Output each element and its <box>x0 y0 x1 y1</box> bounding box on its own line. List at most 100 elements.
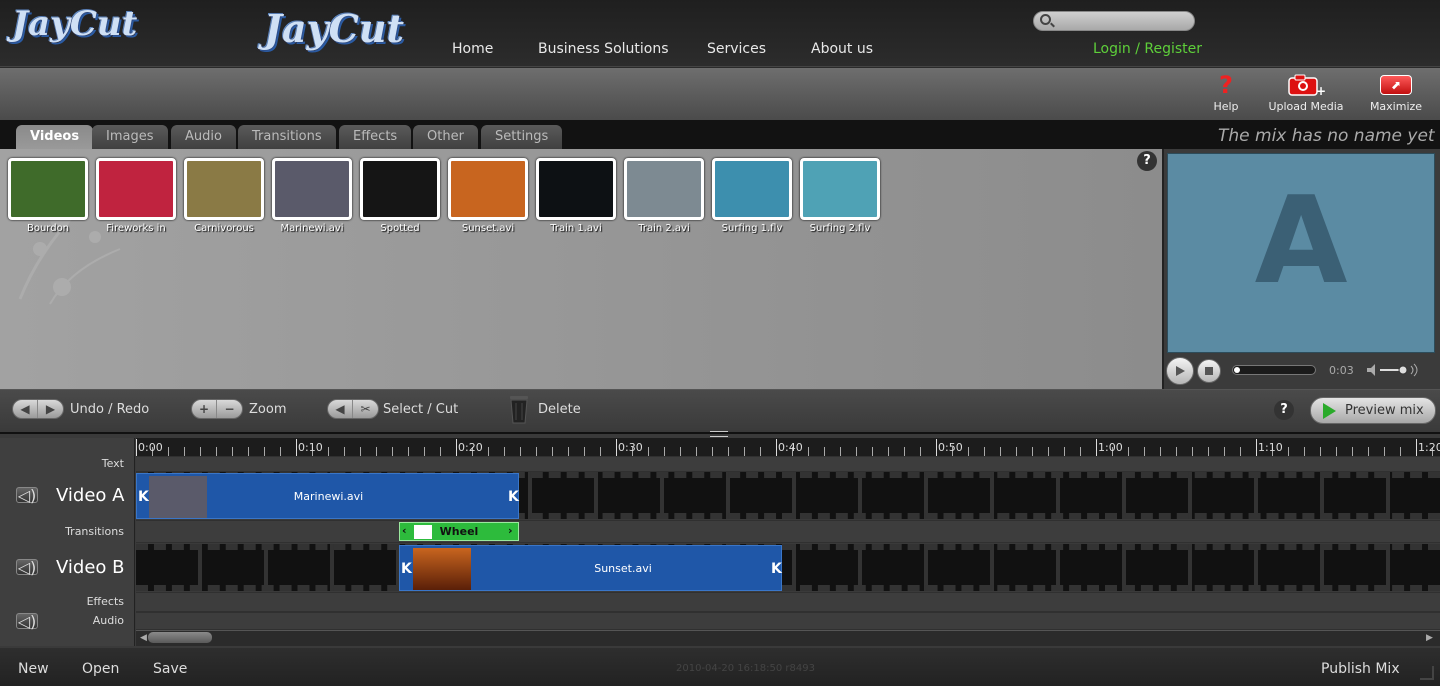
ruler-tick <box>696 447 697 456</box>
help-label: Help <box>1213 100 1239 113</box>
nav-home-link[interactable]: Home <box>452 41 493 57</box>
ruler-tick <box>248 447 249 456</box>
toolbar-help-icon[interactable]: ? <box>1274 400 1294 420</box>
tab-videos[interactable]: Videos <box>16 125 94 150</box>
new-button[interactable]: New <box>18 661 49 677</box>
ruler-tick <box>392 447 393 456</box>
search-icon <box>1040 14 1051 25</box>
effects-track-lane[interactable] <box>136 592 1440 612</box>
trim-right-handle[interactable]: K <box>508 489 519 505</box>
delete-button[interactable] <box>508 393 530 425</box>
play-button[interactable] <box>1166 357 1194 385</box>
ruler-tick <box>1288 447 1289 456</box>
scroll-left-arrow-icon[interactable]: ◀ <box>140 633 147 643</box>
tab-audio[interactable]: Audio <box>171 125 236 149</box>
video-b-speaker-icon[interactable]: ◁) <box>16 558 38 577</box>
nav-business-solutions-link[interactable]: Business Solutions <box>538 41 669 57</box>
help-icon: ? <box>1219 71 1233 99</box>
ruler-tick <box>1192 447 1193 456</box>
resize-grip-icon[interactable] <box>1420 666 1434 680</box>
cut-tool-button[interactable]: ✂ <box>353 400 378 418</box>
undo-button[interactable]: ◀ <box>13 400 38 418</box>
publish-mix-button[interactable]: Publish Mix <box>1321 661 1400 677</box>
clip-video-b[interactable]: K Sunset.avi K <box>399 545 782 591</box>
ruler-tick <box>744 447 745 456</box>
ruler-time-label: 0:40 <box>778 441 803 454</box>
zoom-group: + − <box>191 399 243 419</box>
media-thumbnail-label: Surfing 1.flv <box>721 223 783 234</box>
maximize-button[interactable]: ⬈ Maximize <box>1366 72 1426 113</box>
ruler-tick <box>184 447 185 456</box>
tab-other[interactable]: Other <box>413 125 478 149</box>
timeline-horizontal-scrollbar[interactable]: ◀ ▶ <box>136 630 1440 646</box>
tab-effects[interactable]: Effects <box>339 125 412 149</box>
ruler-tick <box>264 447 265 456</box>
tab-transitions[interactable]: Transitions <box>238 125 336 149</box>
trim-right-handle[interactable]: › <box>508 524 513 537</box>
media-thumbnail[interactable] <box>184 158 264 220</box>
ruler-tick <box>1064 447 1065 456</box>
media-help-icon[interactable]: ? <box>1137 151 1157 171</box>
select-cut-label: Select / Cut <box>383 402 459 417</box>
search-input[interactable] <box>1033 11 1195 31</box>
ruler-tick <box>456 439 457 456</box>
ruler-tick <box>1416 439 1417 456</box>
transitions-track-lane[interactable] <box>136 520 1440 543</box>
ruler-tick <box>1304 447 1305 456</box>
open-button[interactable]: Open <box>82 661 119 677</box>
preview-seek-bar[interactable] <box>1232 365 1316 375</box>
undo-redo-label: Undo / Redo <box>70 402 150 417</box>
media-thumbnail[interactable] <box>624 158 704 220</box>
tab-images[interactable]: Images <box>92 125 168 149</box>
help-button[interactable]: ? Help <box>1208 72 1244 113</box>
tab-settings[interactable]: Settings <box>481 125 563 149</box>
preview-mix-label: Preview mix <box>1345 403 1424 418</box>
media-thumbnail[interactable] <box>800 158 880 220</box>
media-thumbnail[interactable] <box>96 158 176 220</box>
media-thumbnail[interactable] <box>712 158 792 220</box>
media-thumbnail-label: Surfing 2.flv <box>809 223 871 234</box>
stop-button[interactable] <box>1197 359 1221 383</box>
login-register-link[interactable]: Login / Register <box>1093 41 1202 57</box>
ruler-time-label: 0:10 <box>298 441 323 454</box>
media-thumbnail[interactable] <box>360 158 440 220</box>
text-track-lane[interactable] <box>136 456 1440 472</box>
ruler-tick <box>712 447 713 456</box>
timeline-ruler[interactable]: 0:00 0:10 0:20 0:30 0:40 0:50 1:00 1:10 1:20 <box>136 438 1440 456</box>
preview-mix-button[interactable]: Preview mix <box>1310 397 1436 424</box>
video-a-speaker-icon[interactable]: ◁) <box>16 486 38 505</box>
version-stamp: 2010-04-20 16:18:50 r8493 <box>676 663 815 674</box>
redo-button[interactable]: ▶ <box>38 400 63 418</box>
ruler-tick <box>1336 447 1337 456</box>
ruler-tick <box>776 439 777 456</box>
delete-label: Delete <box>538 402 581 417</box>
upload-media-button[interactable]: + Upload Media <box>1264 72 1348 113</box>
nav-services-link[interactable]: Services <box>707 41 766 57</box>
select-tool-button[interactable]: ◀ <box>328 400 353 418</box>
ruler-tick <box>968 447 969 456</box>
scrollbar-thumb[interactable] <box>148 632 212 643</box>
media-thumbnail[interactable] <box>448 158 528 220</box>
audio-track-lane[interactable] <box>136 612 1440 630</box>
trim-right-handle[interactable]: K <box>771 561 782 577</box>
media-thumbnail[interactable] <box>536 158 616 220</box>
media-thumbnail[interactable] <box>272 158 352 220</box>
zoom-out-button[interactable]: − <box>217 400 242 418</box>
volume-control[interactable] <box>1365 362 1425 382</box>
clip-video-a[interactable]: K Marinewi.avi K <box>136 473 519 519</box>
ruler-tick <box>1016 447 1017 456</box>
jaycut-logo[interactable]: JayCut <box>264 6 404 51</box>
nav-about-us-link[interactable]: About us <box>811 41 873 57</box>
ruler-tick <box>216 447 217 456</box>
mix-name[interactable]: The mix has no name yet <box>1218 126 1435 146</box>
media-thumbnail[interactable] <box>8 158 88 220</box>
seek-knob[interactable] <box>1234 367 1240 373</box>
transition-clip-wheel[interactable]: ‹ Wheel › <box>399 522 519 541</box>
transition-label: Wheel <box>439 525 479 538</box>
scroll-right-arrow-icon[interactable]: ▶ <box>1426 633 1433 643</box>
timeline-resize-handle[interactable] <box>710 431 728 437</box>
zoom-in-button[interactable]: + <box>192 400 217 418</box>
save-button[interactable]: Save <box>153 661 187 677</box>
ruler-tick <box>680 447 681 456</box>
ruler-tick <box>296 439 297 456</box>
